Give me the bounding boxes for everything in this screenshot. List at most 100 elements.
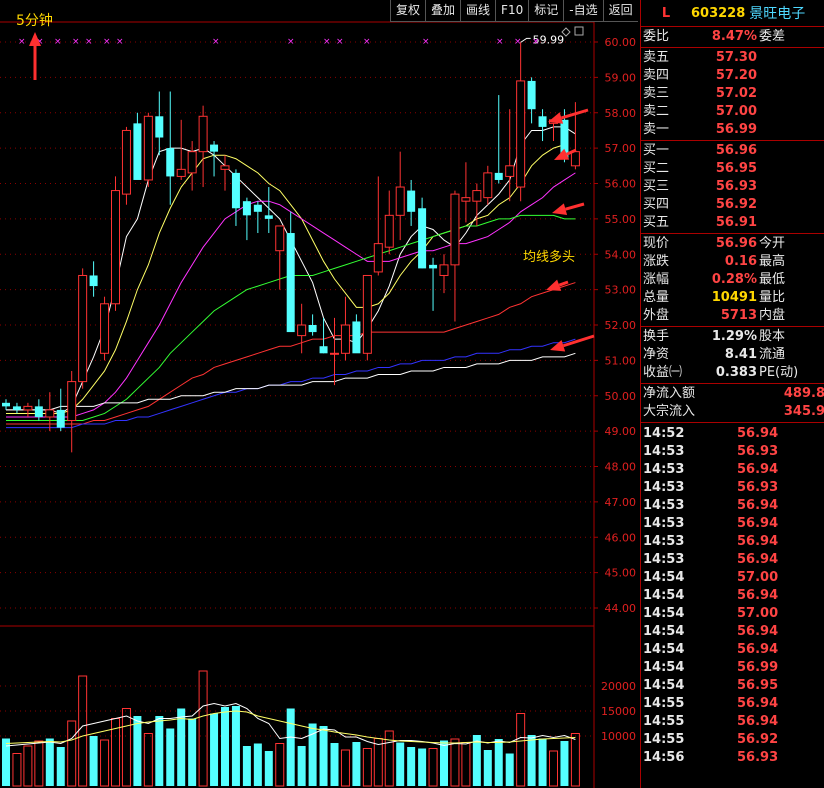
volume-bar	[494, 739, 503, 786]
kline-chart[interactable]: 60.00 59.00 58.00 57.00 56.00 55.00 54.00 53.00…	[0, 0, 640, 788]
flow-value: 345.9	[783, 404, 824, 419]
quote-value: 56.96	[715, 236, 757, 251]
candle-body	[570, 151, 580, 167]
volume-bar	[23, 745, 33, 787]
tick-time: 14:54	[643, 606, 685, 621]
tick-price: 56.94	[737, 588, 779, 603]
bids-section: 买一 56.96 买二 56.95 买三 56.93 买四 56.92 买五 56.91	[641, 141, 824, 234]
price-axis-label: 60.00	[605, 36, 637, 49]
tick-row: 14:55 56.94	[641, 713, 824, 731]
volume-bar	[407, 747, 416, 786]
event-marker: ×	[363, 37, 371, 47]
quote-row: 外盘 5713 内盘	[641, 307, 824, 325]
quote-value: 0.28%	[711, 272, 757, 287]
volume-bar	[221, 707, 229, 786]
tick-time: 14:54	[643, 570, 685, 585]
volume-bar	[242, 746, 251, 786]
stat-row: 收益㈠ 0.383 PE(动)	[641, 364, 824, 382]
event-marker: ×	[18, 37, 26, 47]
quote-value: 5713	[720, 308, 757, 323]
ask-value: 57.20	[715, 68, 757, 83]
tick-row: 14:55 56.92	[641, 731, 824, 749]
candle-body	[56, 409, 65, 428]
candle-body	[297, 324, 307, 337]
price-axis-label: 59.00	[605, 71, 637, 84]
tick-time: 14:54	[643, 678, 685, 693]
tick-price: 56.94	[737, 696, 779, 711]
candle-body	[308, 325, 317, 333]
volume-bar	[188, 718, 197, 786]
quote-label: 现价	[643, 236, 670, 251]
stat-label: 换手	[643, 329, 670, 344]
candle-body	[494, 172, 503, 180]
price-axis-label: 54.00	[605, 248, 637, 261]
volume-axis-label: 15000	[601, 705, 636, 718]
volume-bar	[253, 743, 262, 786]
tick-price: 56.93	[737, 444, 779, 459]
order-ratio-label: 委比	[643, 29, 670, 44]
stock-name[interactable]: 景旺电子	[749, 3, 805, 23]
candle-body	[439, 264, 449, 276]
stock-code[interactable]: 603228	[691, 6, 745, 21]
candle-body	[231, 172, 240, 209]
quote-row: 现价 56.96 今开	[641, 235, 824, 253]
flow-value: 489.8	[783, 386, 824, 401]
volume-bar	[231, 706, 240, 786]
candle-body	[418, 208, 427, 269]
candle-body	[78, 274, 88, 383]
stat-row: 换手 1.29% 股本	[641, 328, 824, 346]
candle-body	[461, 197, 471, 202]
tick-price: 56.94	[737, 516, 779, 531]
stat-label2: 股本	[759, 329, 786, 344]
stat-value: 0.383	[715, 365, 757, 380]
kline-svg[interactable]: 60.00 59.00 58.00 57.00 56.00 55.00 54.00 53.00…	[0, 0, 640, 788]
tick-list[interactable]: 14:52 56.94 14:53 56.93 14:53 56.94 14:53 56.93…	[641, 423, 824, 767]
volume-bar	[373, 738, 383, 787]
candle-body	[89, 275, 98, 287]
volume-bar	[34, 740, 44, 787]
arrow-3-shaft	[565, 202, 585, 211]
toolbar-mark-button[interactable]: 标记	[528, 0, 564, 22]
arrow-5-shaft	[562, 334, 595, 348]
toolbar-restore-rights-button[interactable]: 复权	[390, 0, 426, 22]
tick-row: 14:53 56.94	[641, 461, 824, 479]
tick-time: 14:54	[643, 588, 685, 603]
tick-price: 56.94	[737, 534, 779, 549]
tick-time: 14:56	[643, 750, 685, 765]
bid-label: 买五	[643, 215, 670, 230]
ma-line-ma120	[6, 338, 576, 429]
asks-section: 卖五 57.30 卖四 57.20 卖三 57.02 卖二 57.00 卖一 56.99	[641, 48, 824, 141]
tick-price: 56.94	[737, 498, 779, 513]
bid-label: 买一	[643, 143, 670, 158]
price-axis-label: 49.00	[605, 425, 637, 438]
tick-time: 14:53	[643, 534, 685, 549]
arrow-5-head	[550, 340, 566, 352]
candle-body	[220, 165, 230, 170]
chart-toolbar: 复权 叠加 画线 F10 标记 -自选 返回	[390, 0, 638, 22]
tick-price: 56.99	[737, 660, 779, 675]
toolbar-watchlist-button[interactable]: -自选	[563, 0, 603, 22]
tick-row: 14:56 56.93	[641, 749, 824, 767]
candle-body	[34, 406, 43, 417]
toolbar-overlay-button[interactable]: 叠加	[425, 0, 461, 22]
volume-bar	[483, 750, 492, 786]
period-label: 5分钟	[16, 13, 53, 29]
toolbar-draw-button[interactable]: 画线	[460, 0, 496, 22]
tick-price: 56.94	[737, 426, 779, 441]
tick-time: 14:53	[643, 516, 685, 531]
tick-row: 14:53 56.94	[641, 515, 824, 533]
quote-label2: 内盘	[759, 308, 786, 323]
tick-price: 57.00	[737, 606, 779, 621]
tick-time: 14:53	[643, 552, 685, 567]
quote-section: 现价 56.96 今开 涨跌 0.16 最高 涨幅 0.28% 最低 总量 10491 量比 外盘 571…	[641, 234, 824, 327]
tick-row: 14:54 56.99	[641, 659, 824, 677]
volume-bar	[527, 735, 536, 786]
ask-row: 卖三 57.02	[641, 85, 824, 103]
tick-row: 14:54 57.00	[641, 569, 824, 587]
toolbar-back-button[interactable]: 返回	[602, 0, 638, 22]
toolbar-f10-button[interactable]: F10	[495, 0, 529, 22]
candle-body	[143, 115, 153, 181]
price-axis-label: 48.00	[605, 461, 637, 474]
ask-label: 卖四	[643, 68, 670, 83]
bid-row: 买五 56.91	[641, 214, 824, 232]
